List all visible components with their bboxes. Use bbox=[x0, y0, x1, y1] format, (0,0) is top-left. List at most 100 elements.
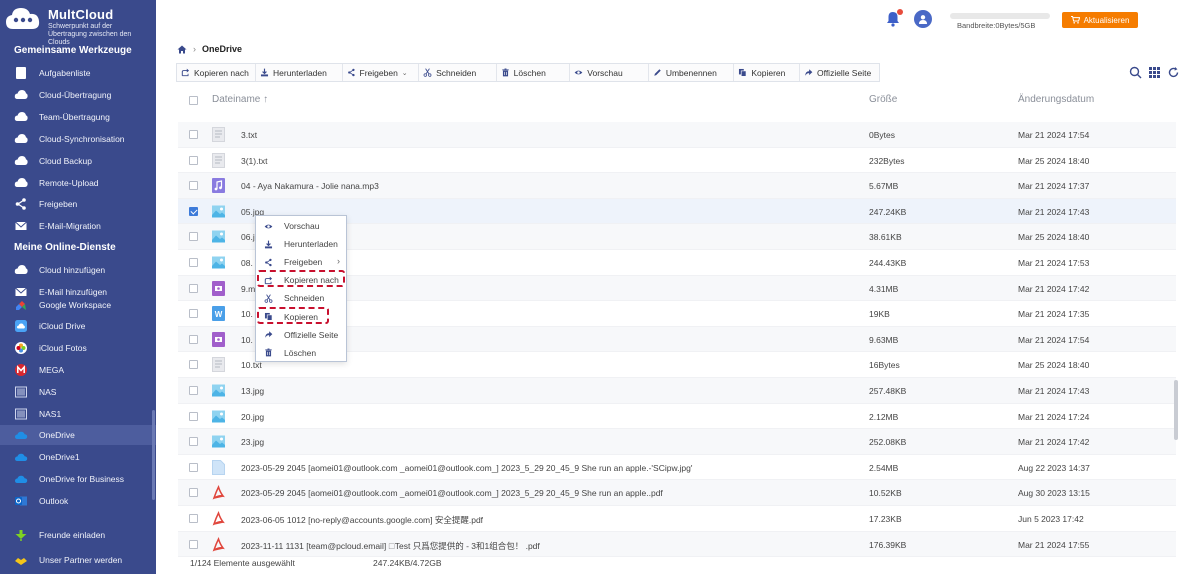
file-name[interactable]: 06.j bbox=[241, 232, 255, 242]
row-checkbox[interactable] bbox=[189, 462, 198, 472]
sidebar-item-icloud-fotos[interactable]: iCloud Fotos bbox=[0, 338, 156, 358]
sidebar-item-unser-partner-werden[interactable]: Unser Partner werden bbox=[0, 550, 156, 570]
toolbar-schneiden-button[interactable]: Schneiden bbox=[419, 64, 497, 81]
table-row[interactable]: 2023-05-29 2045 [aomei01@outlook.com _ao… bbox=[178, 480, 1176, 506]
breadcrumb-current[interactable]: OneDrive bbox=[202, 44, 242, 54]
file-size: 5.67MB bbox=[869, 181, 899, 192]
logo[interactable]: MultCloud Schwerpunkt auf der Übertragun… bbox=[4, 3, 154, 46]
sidebar-item-cloud-hinzuf-gen[interactable]: Cloud hinzufügen bbox=[0, 260, 156, 280]
row-checkbox[interactable] bbox=[189, 411, 198, 421]
file-size: 0Bytes bbox=[869, 130, 895, 140]
sidebar-item-onedrive-for-business[interactable]: OneDrive for Business bbox=[0, 469, 156, 489]
toolbar-l-schen-button[interactable]: Löschen bbox=[497, 64, 571, 81]
sidebar-item-outlook[interactable]: Outlook bbox=[0, 491, 156, 511]
upgrade-button[interactable]: Aktualisieren bbox=[1062, 12, 1138, 28]
table-row[interactable]: 23.jpg 252.08KB Mar 21 2024 17:42 bbox=[178, 429, 1176, 455]
sidebar-item-google-workspace[interactable]: Google Workspace bbox=[0, 295, 156, 315]
file-name[interactable]: 9.m bbox=[241, 284, 255, 294]
file-name[interactable]: 2023-05-29 2045 [aomei01@outlook.com _ao… bbox=[241, 488, 663, 498]
column-name-header[interactable]: Dateiname ↑ bbox=[212, 94, 268, 105]
select-all-checkbox[interactable] bbox=[189, 96, 198, 105]
row-checkbox[interactable] bbox=[189, 334, 198, 344]
sidebar-item-nas1[interactable]: NAS1 bbox=[0, 404, 156, 424]
row-checkbox[interactable] bbox=[189, 181, 198, 191]
table-row[interactable]: 3.txt 0Bytes Mar 21 2024 17:54 bbox=[178, 122, 1176, 148]
toolbar-vorschau-button[interactable]: Vorschau bbox=[570, 64, 649, 81]
context-menu-item-herunterladen[interactable]: Herunterladen bbox=[256, 235, 346, 253]
column-size-header[interactable]: Größe bbox=[869, 94, 897, 105]
sidebar-item-e-mail-migration[interactable]: E-Mail-Migration bbox=[0, 216, 156, 236]
sidebar-item-cloud-synchronisation[interactable]: Cloud-Synchronisation bbox=[0, 129, 156, 149]
file-name[interactable]: 20.jpg bbox=[241, 412, 264, 422]
row-checkbox[interactable] bbox=[189, 437, 198, 447]
sidebar-scrollbar[interactable] bbox=[152, 410, 155, 500]
file-name[interactable]: 10. bbox=[241, 335, 253, 345]
row-checkbox[interactable] bbox=[189, 258, 198, 267]
sidebar-item-nas[interactable]: NAS bbox=[0, 382, 156, 402]
row-checkbox[interactable] bbox=[189, 130, 198, 139]
context-menu-item-l-schen[interactable]: Löschen bbox=[256, 344, 346, 362]
row-checkbox[interactable] bbox=[189, 309, 198, 319]
table-row[interactable]: 20.jpg 2.12MB Mar 21 2024 17:24 bbox=[178, 404, 1176, 430]
row-checkbox[interactable] bbox=[189, 360, 198, 370]
file-name[interactable]: 08. bbox=[241, 258, 253, 268]
table-row[interactable]: 2023-05-29 2045 [aomei01@outlook.com _ao… bbox=[178, 455, 1176, 481]
column-date-header[interactable]: Änderungsdatum bbox=[1018, 94, 1094, 105]
row-checkbox[interactable] bbox=[189, 514, 198, 523]
table-scrollbar[interactable] bbox=[1174, 380, 1178, 440]
toolbar-kopieren-nach-button[interactable]: Kopieren nach bbox=[177, 64, 256, 81]
file-name[interactable]: 2023-06-05 1012 [no-reply@accounts.googl… bbox=[241, 514, 483, 526]
sidebar-item-mega[interactable]: MEGA bbox=[0, 360, 156, 380]
file-name[interactable]: 13.jpg bbox=[241, 386, 264, 396]
file-name[interactable]: 2023-11-11 1131 [team@pcloud.email] 🗆Tes… bbox=[241, 540, 540, 555]
context-menu-item-schneiden[interactable]: Schneiden bbox=[256, 289, 346, 307]
table-row[interactable]: 3(1).txt 232Bytes Mar 25 2024 18:40 bbox=[178, 148, 1176, 174]
file-name[interactable]: 3(1).txt bbox=[241, 156, 267, 166]
sidebar-item-onedrive1[interactable]: OneDrive1 bbox=[0, 447, 156, 467]
sidebar-item-icloud-drive[interactable]: iCloud Drive bbox=[0, 316, 156, 336]
toolbar-herunterladen-button[interactable]: Herunterladen bbox=[256, 64, 343, 81]
table-row[interactable]: 13.jpg 257.48KB Mar 21 2024 17:43 bbox=[178, 378, 1176, 404]
sidebar-item-aufgabenliste[interactable]: Aufgabenliste bbox=[0, 63, 156, 83]
grid-view-icon[interactable] bbox=[1148, 66, 1161, 79]
table-row[interactable]: 04 - Aya Nakamura - Jolie nana.mp3 5.67MB… bbox=[178, 173, 1176, 199]
file-name[interactable]: 10. bbox=[241, 309, 253, 319]
selection-size: 247.24KB/4.72GB bbox=[373, 558, 442, 568]
row-checkbox[interactable] bbox=[189, 206, 198, 216]
sidebar-item-cloud-backup[interactable]: Cloud Backup bbox=[0, 151, 156, 171]
row-checkbox[interactable] bbox=[189, 232, 198, 242]
file-name[interactable]: 3.txt bbox=[241, 130, 257, 140]
row-checkbox[interactable] bbox=[189, 283, 198, 293]
toolbar-umbenennen-button[interactable]: Umbenennen bbox=[649, 64, 735, 81]
row-checkbox[interactable] bbox=[189, 539, 198, 549]
file-name[interactable]: 23.jpg bbox=[241, 437, 264, 447]
file-name[interactable]: 2023-05-29 2045 [aomei01@outlook.com _ao… bbox=[241, 463, 692, 473]
breadcrumb: › OneDrive bbox=[177, 44, 242, 54]
context-menu-item-freigeben[interactable]: Freigeben › bbox=[256, 253, 346, 271]
row-checkbox[interactable] bbox=[189, 386, 198, 395]
sidebar-item-label: NAS bbox=[39, 387, 57, 397]
sidebar-item-cloud-bertragung[interactable]: Cloud-Übertragung bbox=[0, 85, 156, 105]
refresh-icon[interactable] bbox=[1167, 66, 1180, 79]
user-avatar[interactable] bbox=[914, 10, 932, 28]
row-checkbox[interactable] bbox=[189, 155, 198, 165]
toolbar-button-label: Freigeben bbox=[359, 67, 398, 78]
file-name[interactable]: 04 - Aya Nakamura - Jolie nana.mp3 bbox=[241, 181, 379, 191]
sidebar-item-team-bertragung[interactable]: Team-Übertragung bbox=[0, 107, 156, 127]
sidebar-item-onedrive[interactable]: OneDrive bbox=[0, 425, 156, 445]
context-menu-label: Löschen bbox=[284, 347, 317, 358]
toolbar-kopieren-button[interactable]: Kopieren bbox=[734, 64, 800, 81]
toolbar-offizielle-seite-button[interactable]: Offizielle Seite bbox=[800, 64, 879, 81]
table-row[interactable]: 2023-06-05 1012 [no-reply@accounts.googl… bbox=[178, 506, 1176, 532]
table-row[interactable]: 2023-11-11 1131 [team@pcloud.email] 🗆Tes… bbox=[178, 531, 1176, 558]
toolbar-freigeben-button[interactable]: Freigeben ⌄ bbox=[343, 64, 420, 81]
row-checkbox[interactable] bbox=[189, 488, 198, 498]
sidebar-item-freigeben[interactable]: Freigeben bbox=[0, 194, 156, 214]
context-menu-item-offizielle-seite[interactable]: Offizielle Seite bbox=[256, 326, 346, 344]
sort-asc-icon[interactable]: ↑ bbox=[263, 94, 268, 105]
sidebar-item-freunde-einladen[interactable]: Freunde einladen bbox=[0, 525, 156, 545]
context-menu-item-vorschau[interactable]: Vorschau bbox=[256, 217, 346, 235]
search-icon[interactable] bbox=[1129, 66, 1142, 79]
home-icon[interactable] bbox=[177, 45, 187, 54]
sidebar-item-remote-upload[interactable]: Remote-Upload bbox=[0, 173, 156, 193]
